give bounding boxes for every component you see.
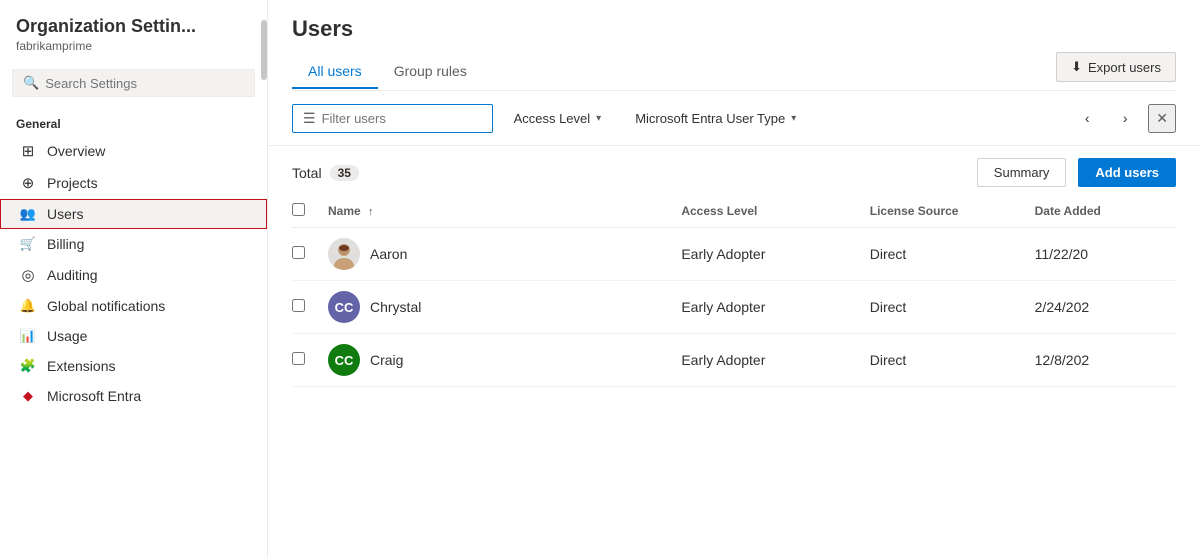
section-general-label: General xyxy=(0,109,267,135)
projects-icon: ⊕ xyxy=(19,174,37,192)
chevron-left-icon: ‹ xyxy=(1085,110,1090,126)
usage-icon: 📊 xyxy=(19,328,37,344)
search-settings-box[interactable]: 🔍 xyxy=(12,69,255,97)
total-count-badge: 35 xyxy=(330,165,359,181)
sidebar-item-label-auditing: Auditing xyxy=(47,267,98,283)
date-added-cell: 11/22/20 xyxy=(1035,228,1176,281)
sidebar-item-label-global-notifications: Global notifications xyxy=(47,298,165,314)
filter-row: ☰ Access Level ▾ Microsoft Entra User Ty… xyxy=(268,91,1200,146)
close-icon: ✕ xyxy=(1156,110,1168,126)
filter-icon: ☰ xyxy=(303,110,316,127)
microsoft-entra-icon: ◆ xyxy=(19,388,37,404)
user-type-dropdown[interactable]: Microsoft Entra User Type ▾ xyxy=(622,105,809,132)
col-header-checkbox xyxy=(292,195,328,228)
sidebar-item-label-usage: Usage xyxy=(47,328,87,344)
export-users-button[interactable]: ⬇ Export users xyxy=(1056,52,1176,82)
user-type-chevron-icon: ▾ xyxy=(791,113,796,124)
sidebar-item-label-extensions: Extensions xyxy=(47,358,115,374)
row-checkbox[interactable] xyxy=(292,246,305,259)
table-row: Aaron Early AdopterDirect11/22/20 xyxy=(292,228,1176,281)
filter-users-input[interactable] xyxy=(322,111,482,126)
tab-all-users[interactable]: All users xyxy=(292,55,378,89)
tabs-row: All users Group rules ⬇ Export users xyxy=(292,52,1176,91)
org-subtitle: fabrikamprime xyxy=(16,39,251,53)
total-label: Total 35 xyxy=(292,165,359,181)
chevron-right-icon: › xyxy=(1123,110,1128,126)
sidebar-header: Organization Settin... fabrikamprime xyxy=(0,0,267,61)
export-icon: ⬇ xyxy=(1071,59,1082,75)
sidebar-item-label-billing: Billing xyxy=(47,236,84,252)
sidebar-item-global-notifications[interactable]: 🔔 Global notifications xyxy=(0,291,267,321)
users-table: Name ↑ Access Level License Source Date … xyxy=(292,195,1176,387)
user-cell: CC Craig xyxy=(328,344,681,376)
sidebar-item-label-projects: Projects xyxy=(47,175,98,191)
sidebar-item-label-microsoft-entra: Microsoft Entra xyxy=(47,388,141,404)
sidebar-item-users[interactable]: 👥 Users xyxy=(0,199,267,229)
add-users-button[interactable]: Add users xyxy=(1078,158,1176,187)
row-checkbox[interactable] xyxy=(292,352,305,365)
filter-close-button[interactable]: ✕ xyxy=(1148,104,1176,133)
date-added-cell: 2/24/202 xyxy=(1035,281,1176,334)
auditing-icon: ◎ xyxy=(19,266,37,284)
org-title: Organization Settin... xyxy=(16,16,251,37)
table-row: CC Chrystal Early AdopterDirect2/24/202 xyxy=(292,281,1176,334)
avatar xyxy=(328,238,360,270)
col-header-name[interactable]: Name ↑ xyxy=(328,195,681,228)
access-level-cell: Early Adopter xyxy=(681,281,869,334)
table-toolbar: Total 35 Summary Add users xyxy=(292,146,1176,195)
billing-icon: 🛒 xyxy=(19,236,37,252)
overview-icon: ⊞ xyxy=(19,142,37,160)
table-row: CC Craig Early AdopterDirect12/8/202 xyxy=(292,334,1176,387)
sidebar-item-label-users: Users xyxy=(47,206,84,222)
sidebar-scrollbar-thumb xyxy=(261,20,267,80)
sidebar-item-extensions[interactable]: 🧩 Extensions xyxy=(0,351,267,381)
sidebar-item-label-overview: Overview xyxy=(47,143,105,159)
license-source-cell: Direct xyxy=(870,228,1035,281)
access-level-chevron-icon: ▾ xyxy=(596,113,601,124)
filter-input-wrap[interactable]: ☰ xyxy=(292,104,493,133)
col-header-license-source: License Source xyxy=(870,195,1035,228)
license-source-cell: Direct xyxy=(870,281,1035,334)
search-icon: 🔍 xyxy=(23,75,39,91)
col-header-date-added: Date Added xyxy=(1035,195,1176,228)
page-title: Users xyxy=(292,16,1176,42)
notifications-icon: 🔔 xyxy=(19,298,37,314)
sidebar-item-usage[interactable]: 📊 Usage xyxy=(0,321,267,351)
avatar: CC xyxy=(328,344,360,376)
col-header-access-level: Access Level xyxy=(681,195,869,228)
sidebar-item-projects[interactable]: ⊕ Projects xyxy=(0,167,267,199)
access-level-cell: Early Adopter xyxy=(681,334,869,387)
date-added-cell: 12/8/202 xyxy=(1035,334,1176,387)
tab-group-rules[interactable]: Group rules xyxy=(378,55,483,89)
user-name: Craig xyxy=(370,352,403,368)
tabs: All users Group rules xyxy=(292,55,483,88)
access-level-dropdown[interactable]: Access Level ▾ xyxy=(501,105,615,132)
user-cell: Aaron xyxy=(328,238,681,270)
summary-button[interactable]: Summary xyxy=(977,158,1067,187)
avatar: CC xyxy=(328,291,360,323)
search-settings-input[interactable] xyxy=(45,76,244,91)
users-icon: 👥 xyxy=(19,206,37,222)
user-name: Chrystal xyxy=(370,299,421,315)
main-content: Users All users Group rules ⬇ Export use… xyxy=(268,0,1200,558)
sidebar: Organization Settin... fabrikamprime 🔍 G… xyxy=(0,0,268,558)
sidebar-item-auditing[interactable]: ◎ Auditing xyxy=(0,259,267,291)
sort-icon: ↑ xyxy=(368,206,374,218)
main-header: Users All users Group rules ⬇ Export use… xyxy=(268,0,1200,91)
filter-next-button[interactable]: › xyxy=(1110,103,1140,133)
row-checkbox[interactable] xyxy=(292,299,305,312)
access-level-cell: Early Adopter xyxy=(681,228,869,281)
filter-prev-button[interactable]: ‹ xyxy=(1072,103,1102,133)
license-source-cell: Direct xyxy=(870,334,1035,387)
user-cell: CC Chrystal xyxy=(328,291,681,323)
table-area: Total 35 Summary Add users Name ↑ Access… xyxy=(268,146,1200,558)
user-name: Aaron xyxy=(370,246,407,262)
extensions-icon: 🧩 xyxy=(19,358,37,374)
sidebar-item-microsoft-entra[interactable]: ◆ Microsoft Entra xyxy=(0,381,267,411)
sidebar-item-billing[interactable]: 🛒 Billing xyxy=(0,229,267,259)
sidebar-item-overview[interactable]: ⊞ Overview xyxy=(0,135,267,167)
select-all-checkbox[interactable] xyxy=(292,203,305,216)
